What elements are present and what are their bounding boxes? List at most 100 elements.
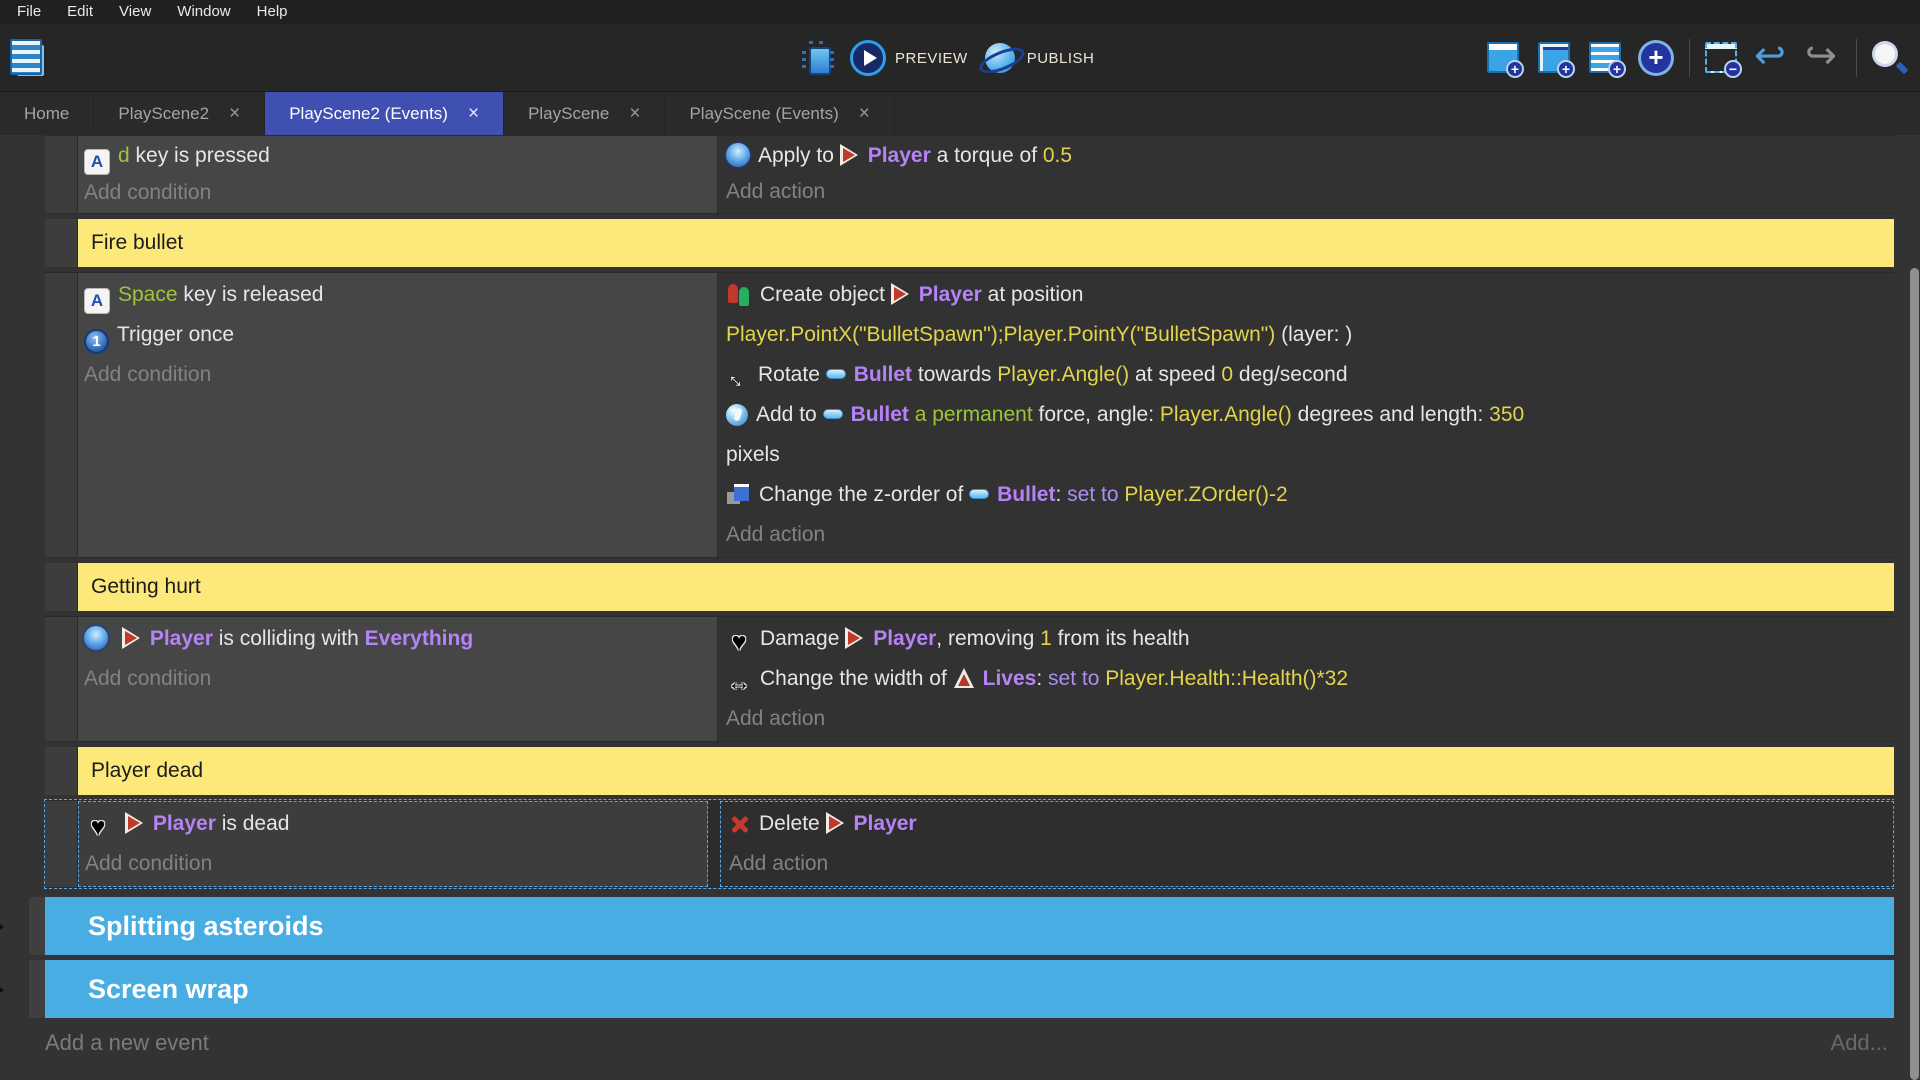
bullet-icon bbox=[969, 489, 989, 499]
toolbar-right: ++++−+++ bbox=[1485, 24, 1908, 92]
lives-icon bbox=[953, 666, 975, 690]
add-condition-placeholder[interactable]: Add condition bbox=[84, 355, 713, 395]
tab-close-icon[interactable]: × bbox=[859, 103, 870, 125]
add-comment-icon[interactable]: + bbox=[1587, 38, 1625, 78]
menu-help[interactable]: Help bbox=[244, 0, 301, 24]
condition-item[interactable]: Ad key is pressed bbox=[84, 138, 713, 175]
conditions-column: Ad key is pressedAdd condition bbox=[78, 136, 718, 213]
comment-text[interactable]: Player dead bbox=[78, 747, 1894, 795]
comment-text[interactable]: Fire bullet bbox=[78, 219, 1894, 267]
add-condition-placeholder[interactable]: Add condition bbox=[84, 175, 713, 211]
conditions-column: ASpace key is released1Trigger onceAdd c… bbox=[78, 273, 718, 557]
condition-item[interactable]: Player is colliding with Everything bbox=[84, 619, 713, 659]
add-condition-placeholder[interactable]: Add condition bbox=[84, 659, 713, 699]
add-subevent-icon[interactable]: + bbox=[1536, 38, 1574, 78]
actions-column: Apply to Player a torque of 0.5Add actio… bbox=[718, 136, 1894, 213]
condition-item[interactable]: ASpace key is released bbox=[84, 275, 713, 315]
comment-text[interactable]: Getting hurt bbox=[78, 563, 1894, 611]
action-item[interactable]: Add to Bullet a permanent force, angle: … bbox=[726, 395, 1890, 475]
physics-icon bbox=[84, 626, 108, 650]
menu-view[interactable]: View bbox=[106, 0, 164, 24]
event-margin[interactable] bbox=[45, 801, 78, 887]
create-object-icon bbox=[726, 282, 752, 306]
keyboard-icon: A bbox=[84, 288, 110, 314]
trigger-once-icon: 1 bbox=[84, 329, 109, 354]
action-item[interactable]: Create object Player at positionPlayer.P… bbox=[726, 275, 1890, 355]
tab-playscene-events-[interactable]: PlayScene (Events) × bbox=[665, 92, 894, 135]
add-event-row: Add a new event Add... bbox=[45, 1030, 1894, 1056]
tab-playscene[interactable]: PlayScene × bbox=[504, 92, 665, 135]
search-icon[interactable]: + bbox=[1870, 38, 1908, 78]
event-margin[interactable] bbox=[45, 563, 78, 611]
action-item[interactable]: Delete Player bbox=[729, 804, 1889, 844]
publish-label: PUBLISH bbox=[1027, 50, 1095, 67]
collapse-triangle-icon[interactable] bbox=[0, 982, 4, 998]
actions-column: Delete PlayerAdd action bbox=[720, 801, 1894, 887]
player-icon bbox=[840, 143, 860, 167]
add-new-event-placeholder[interactable]: Add a new event bbox=[45, 1030, 209, 1056]
menu-file[interactable]: File bbox=[4, 0, 54, 24]
menu-edit[interactable]: Edit bbox=[54, 0, 106, 24]
action-item[interactable]: Change the z-order of Bullet: set to Pla… bbox=[726, 475, 1890, 515]
add-event-icon[interactable]: + bbox=[1485, 38, 1523, 78]
comment-row[interactable]: Fire bullet bbox=[45, 219, 1894, 267]
player-icon bbox=[845, 626, 865, 650]
group-title[interactable]: Screen wrap bbox=[45, 960, 1894, 1018]
comment-row[interactable]: Player dead bbox=[45, 747, 1894, 795]
action-item[interactable]: ♥Damage Player, removing 1 from its heal… bbox=[726, 619, 1890, 659]
collapse-triangle-icon[interactable] bbox=[0, 919, 4, 935]
event-margin[interactable] bbox=[45, 219, 78, 267]
event-row-selected[interactable]: ♥ Player is deadAdd condition Delete Play… bbox=[45, 800, 1894, 888]
event-row[interactable]: Ad key is pressedAdd conditionApply to P… bbox=[45, 135, 1894, 214]
gdevelop-app: FileEditViewWindowHelp PREVIEW PUBLISH +… bbox=[0, 0, 1920, 1080]
group-title[interactable]: Splitting asteroids bbox=[45, 897, 1894, 955]
add-action-placeholder[interactable]: Add action bbox=[729, 844, 1889, 884]
comment-row[interactable]: Getting hurt bbox=[45, 563, 1894, 611]
event-margin[interactable] bbox=[45, 747, 78, 795]
tab-close-icon[interactable]: × bbox=[229, 103, 240, 125]
group-row[interactable]: Screen wrap bbox=[29, 960, 1894, 1018]
event-margin[interactable] bbox=[45, 617, 78, 741]
action-item[interactable]: Apply to Player a torque of 0.5 bbox=[726, 138, 1890, 174]
tab-close-icon[interactable]: × bbox=[629, 103, 640, 125]
remove-event-icon[interactable]: − bbox=[1703, 38, 1741, 78]
action-item[interactable]: ↔Rotate Bullet towards Player.Angle() at… bbox=[726, 355, 1890, 395]
redo-icon[interactable]: + bbox=[1805, 38, 1843, 78]
add-button[interactable]: Add... bbox=[1831, 1030, 1888, 1056]
vertical-scrollbar[interactable] bbox=[1910, 268, 1919, 1080]
event-margin[interactable] bbox=[45, 136, 78, 213]
add-action-placeholder[interactable]: Add action bbox=[726, 174, 1890, 210]
event-row[interactable]: Player is colliding with EverythingAdd c… bbox=[45, 616, 1894, 742]
add-action-placeholder[interactable]: Add action bbox=[726, 515, 1890, 555]
preview-label: PREVIEW bbox=[895, 50, 968, 67]
tab-playscene2[interactable]: PlayScene2 × bbox=[94, 92, 265, 135]
condition-item[interactable]: ♥ Player is dead bbox=[85, 804, 703, 844]
heart-icon: ♥ bbox=[726, 629, 752, 655]
preview-play-icon bbox=[850, 40, 886, 76]
event-margin[interactable] bbox=[45, 273, 78, 557]
tab-playscene2-events-[interactable]: PlayScene2 (Events)× bbox=[265, 92, 504, 135]
debug-icon[interactable] bbox=[800, 39, 836, 77]
condition-item[interactable]: 1Trigger once bbox=[84, 315, 713, 355]
toolbar-separator bbox=[1856, 39, 1857, 77]
tab-home[interactable]: Home bbox=[0, 92, 94, 135]
group-row[interactable]: Splitting asteroids bbox=[29, 897, 1894, 955]
event-row[interactable]: ASpace key is released1Trigger onceAdd c… bbox=[45, 272, 1894, 558]
preview-button[interactable]: PREVIEW bbox=[850, 40, 968, 76]
add-new-icon[interactable]: + bbox=[1638, 38, 1676, 78]
tab-label: PlayScene bbox=[528, 104, 609, 124]
add-action-placeholder[interactable]: Add action bbox=[726, 699, 1890, 739]
tab-label: PlayScene (Events) bbox=[689, 104, 838, 124]
tab-label: PlayScene2 bbox=[118, 104, 209, 124]
tab-close-icon[interactable]: × bbox=[468, 103, 479, 125]
project-manager-icon[interactable] bbox=[8, 38, 48, 78]
bullet-icon bbox=[823, 409, 843, 419]
publish-button[interactable]: PUBLISH bbox=[982, 40, 1095, 76]
width-icon: ↔ bbox=[726, 670, 752, 696]
add-condition-placeholder[interactable]: Add condition bbox=[85, 844, 703, 884]
publish-planet-icon bbox=[982, 40, 1018, 76]
menu-bar: FileEditViewWindowHelp bbox=[0, 0, 1920, 24]
menu-window[interactable]: Window bbox=[164, 0, 243, 24]
undo-icon[interactable]: + bbox=[1754, 38, 1792, 78]
action-item[interactable]: ↔Change the width of Lives: set to Playe… bbox=[726, 659, 1890, 699]
